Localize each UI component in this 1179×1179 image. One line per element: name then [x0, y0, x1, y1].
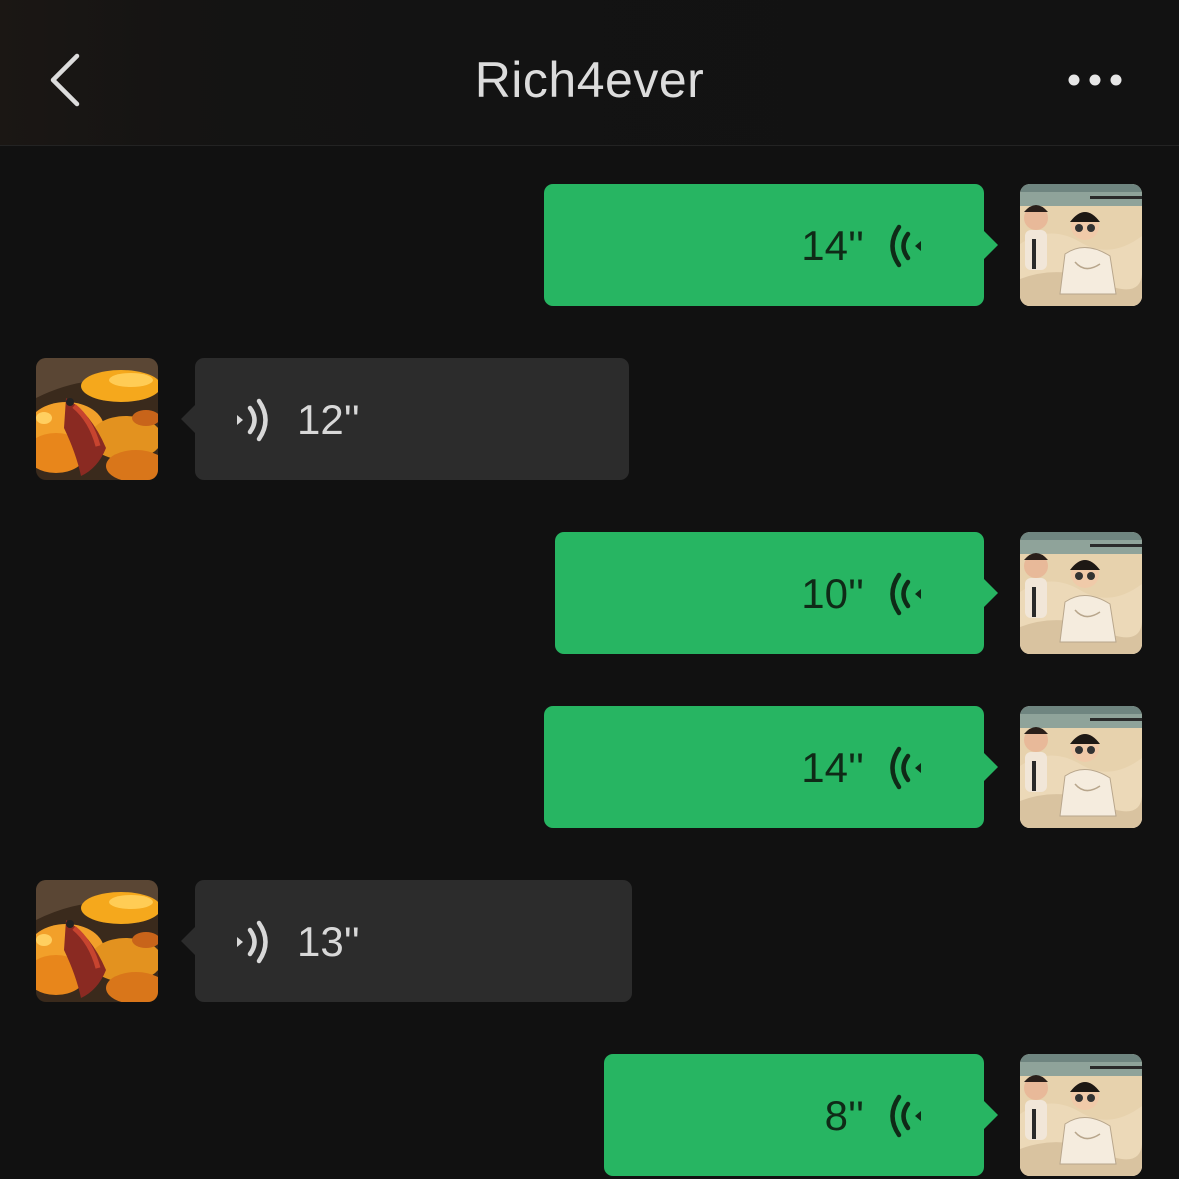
voice-message-sent[interactable]: 14'' — [544, 706, 998, 828]
self-avatar[interactable] — [1020, 532, 1142, 654]
voice-duration: 10'' — [801, 570, 864, 617]
voice-duration: 13'' — [297, 918, 360, 965]
contact-avatar[interactable] — [36, 880, 158, 1002]
voice-message-sent[interactable]: 14'' — [544, 184, 998, 306]
voice-wave-icon — [888, 223, 932, 269]
more-options-button[interactable] — [1055, 55, 1135, 105]
navigation-bar: Rich4ever — [0, 0, 1179, 146]
contact-avatar[interactable] — [36, 358, 158, 480]
voice-wave-icon — [888, 745, 932, 791]
voice-message-received[interactable]: 12'' — [181, 358, 629, 480]
more-horizontal-icon — [1068, 74, 1122, 86]
self-avatar[interactable] — [1020, 184, 1142, 306]
voice-wave-icon — [888, 571, 932, 617]
voice-duration: 8'' — [824, 1092, 864, 1139]
voice-message-sent[interactable]: 10'' — [555, 532, 998, 654]
chat-screen: Rich4ever 14'' 12'' 10'' 14'' 13'' 8'' — [0, 0, 1179, 1179]
chat-title: Rich4ever — [474, 52, 705, 108]
voice-message-sent[interactable]: 8'' — [604, 1054, 998, 1176]
voice-duration: 14'' — [801, 222, 864, 269]
self-avatar[interactable] — [1020, 706, 1142, 828]
self-avatar[interactable] — [1020, 1054, 1142, 1176]
voice-duration: 14'' — [801, 744, 864, 791]
voice-wave-icon — [233, 397, 277, 443]
voice-duration: 12'' — [297, 396, 360, 443]
voice-wave-icon — [233, 919, 277, 965]
voice-message-received[interactable]: 13'' — [181, 880, 632, 1002]
voice-wave-icon — [888, 1093, 932, 1139]
